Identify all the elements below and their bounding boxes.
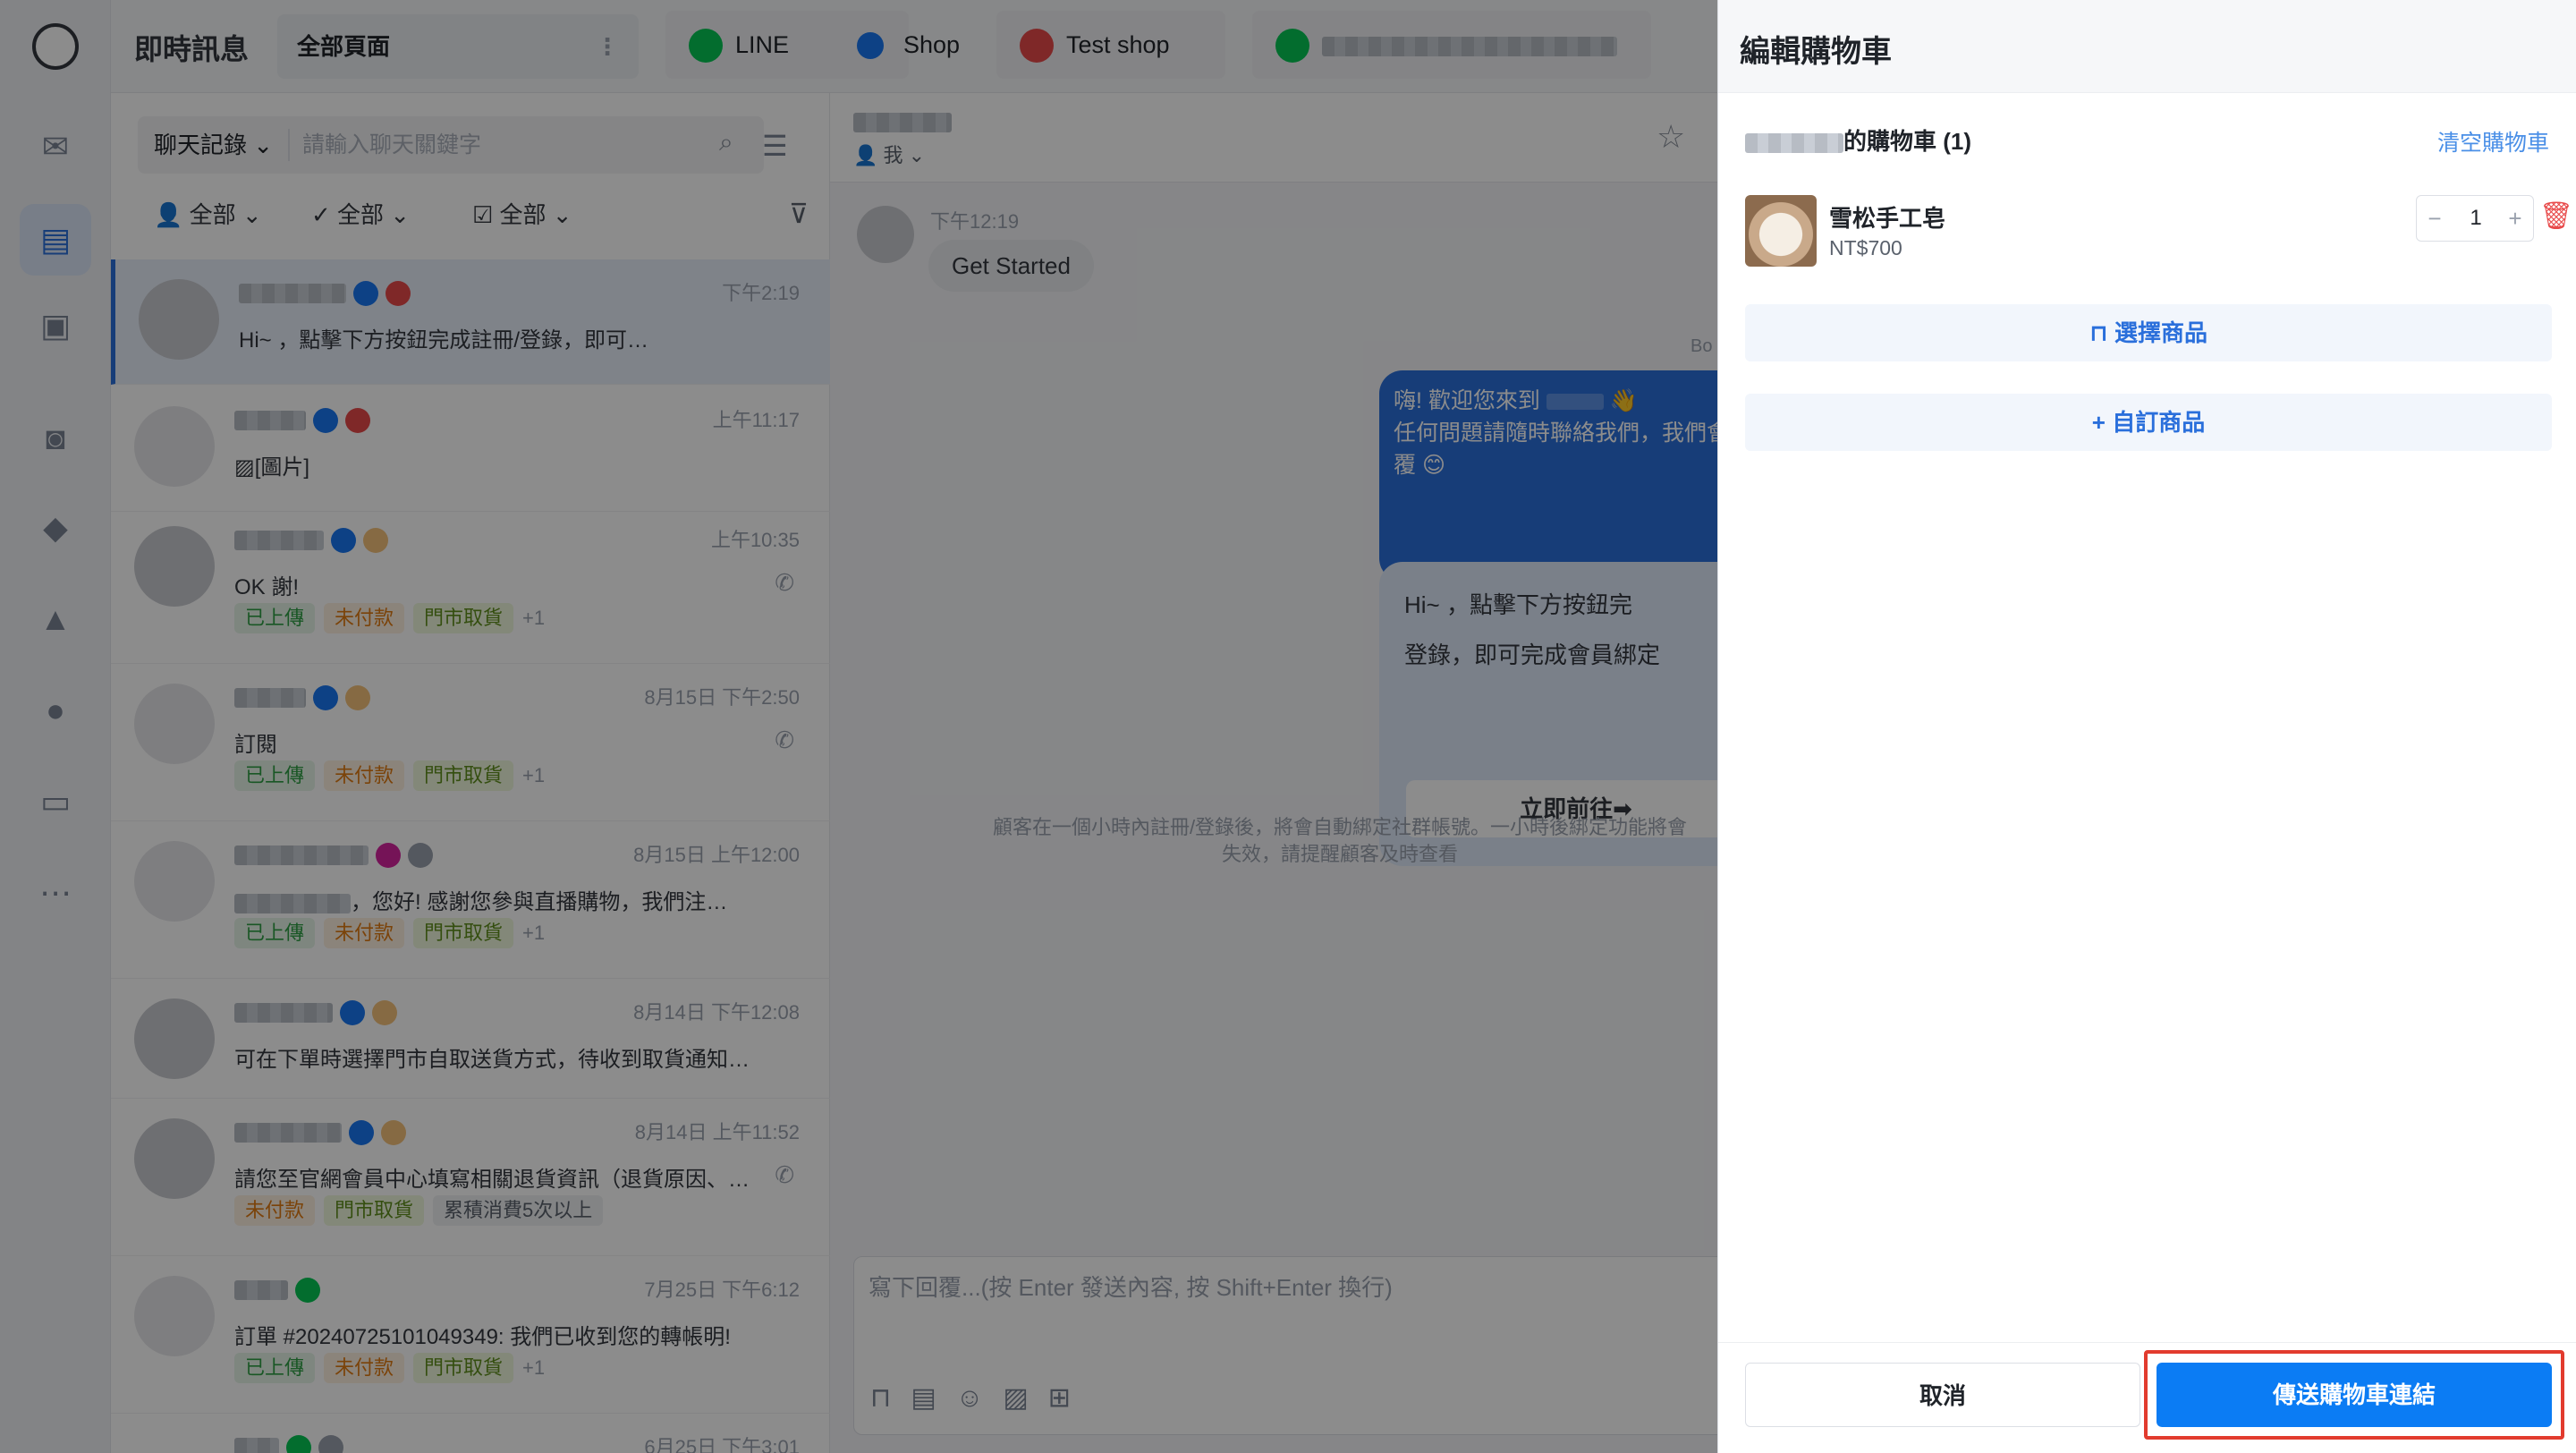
custom-product-button[interactable]: + 自訂商品 [1745,394,2552,451]
button-label: 選擇商品 [2114,319,2207,346]
app-root: ✉ ▤ ▣ ◙ ◆ ▲ ● ▭ ⋯ 即時訊息 全部頁面 ⋮ LINE Shop … [0,0,2576,1453]
plus-icon[interactable]: + [2497,196,2533,241]
drawer-footer: 取消 傳送購物車連結 [1718,1342,2576,1453]
modal-overlay[interactable] [0,0,1717,1453]
trash-icon[interactable]: 🗑 [2539,200,2573,232]
button-label: 自訂商品 [2112,409,2206,436]
product-name: 雪松手工皂 [1829,205,1946,232]
bag-icon: ⊓ [2089,319,2108,346]
cancel-button[interactable]: 取消 [1745,1363,2140,1427]
product-price: NT$700 [1829,236,1902,259]
clear-cart-link[interactable]: 清空購物車 [2437,125,2549,157]
select-products-button[interactable]: ⊓ 選擇商品 [1745,304,2552,361]
quantity-stepper: − 1 + [2416,195,2534,242]
plus-icon: + [2091,409,2106,436]
customer-name-redacted [1745,133,1843,154]
drawer-title: 編輯購物車 [1740,35,1892,69]
minus-icon[interactable]: − [2417,196,2453,241]
cart-title-text: 的購物車 (1) [1843,128,1972,155]
cart-title: 的購物車 (1) [1745,123,1971,157]
edit-cart-drawer: 編輯購物車 的購物車 (1) 清空購物車 雪松手工皂 NT$700 − 1 + … [1717,0,2576,1453]
cart-item: 雪松手工皂 NT$700 − 1 + 🗑 [1745,195,2573,268]
highlight-box [2144,1350,2564,1440]
quantity-value[interactable]: 1 [2458,196,2494,241]
product-thumbnail [1745,195,1817,267]
drawer-header: 編輯購物車 [1718,0,2576,93]
